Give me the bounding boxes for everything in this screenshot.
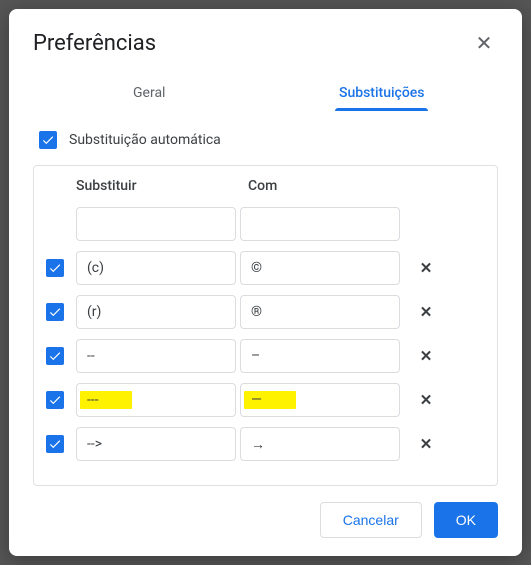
- cancel-button[interactable]: Cancelar: [320, 502, 422, 538]
- delete-row-icon[interactable]: ✕: [412, 303, 440, 321]
- replace-input[interactable]: [76, 383, 236, 417]
- delete-row-icon[interactable]: ✕: [412, 259, 440, 277]
- auto-substitution-checkbox[interactable]: [39, 131, 57, 149]
- check-icon: [48, 393, 62, 407]
- check-icon: [41, 133, 55, 147]
- replace-input-wrap: [76, 251, 236, 285]
- table-row: [46, 202, 491, 246]
- row-checkbox[interactable]: [46, 347, 64, 365]
- tab-general[interactable]: Geral: [33, 73, 266, 111]
- with-input[interactable]: [240, 383, 400, 417]
- check-icon: [48, 261, 62, 275]
- tab-substitutions-label: Substituições: [339, 85, 425, 101]
- substitutions-table[interactable]: Substituir Com ✕ ✕ ✕ ✕ ✕: [33, 165, 498, 486]
- ok-button[interactable]: OK: [434, 502, 498, 538]
- table-row: ✕: [46, 378, 491, 422]
- with-input-wrap: [240, 295, 400, 329]
- row-checkbox-slot: [46, 347, 72, 365]
- row-checkbox[interactable]: [46, 259, 64, 277]
- dialog-footer: Cancelar OK: [9, 486, 522, 556]
- table-header: Substituir Com: [46, 174, 491, 202]
- replace-input-wrap: [76, 427, 236, 461]
- check-icon: [48, 305, 62, 319]
- row-checkbox-slot: [46, 259, 72, 277]
- with-input[interactable]: [240, 295, 400, 329]
- row-checkbox[interactable]: [46, 391, 64, 409]
- tab-bar: Geral Substituições: [9, 73, 522, 111]
- check-icon: [48, 437, 62, 451]
- replace-input-wrap: [76, 295, 236, 329]
- preferences-dialog: Preferências ✕ Geral Substituições Subst…: [9, 9, 522, 556]
- delete-row-icon[interactable]: ✕: [412, 391, 440, 409]
- replace-input[interactable]: [76, 295, 236, 329]
- with-input[interactable]: [240, 427, 400, 461]
- table-row: ✕: [46, 246, 491, 290]
- auto-substitution-label: Substituição automática: [69, 132, 221, 148]
- delete-row-icon[interactable]: ✕: [412, 435, 440, 453]
- with-input-wrap: [240, 383, 400, 417]
- with-input[interactable]: [240, 251, 400, 285]
- with-input-wrap: [240, 339, 400, 373]
- row-checkbox[interactable]: [46, 435, 64, 453]
- table-row: ✕: [46, 422, 491, 466]
- auto-substitution-row: Substituição automática: [33, 123, 498, 165]
- close-icon[interactable]: ✕: [470, 29, 498, 57]
- with-input[interactable]: [240, 339, 400, 373]
- replace-input[interactable]: [76, 427, 236, 461]
- table-row: ✕: [46, 334, 491, 378]
- dialog-header: Preferências ✕: [9, 9, 522, 65]
- replace-input-wrap: [76, 383, 236, 417]
- replace-input[interactable]: [76, 251, 236, 285]
- tab-general-label: Geral: [133, 85, 165, 101]
- replace-input[interactable]: [76, 207, 236, 241]
- check-icon: [48, 349, 62, 363]
- replace-input-wrap: [76, 207, 236, 241]
- row-checkbox-slot: [46, 303, 72, 321]
- column-with: Com: [248, 178, 416, 194]
- replace-input-wrap: [76, 339, 236, 373]
- row-checkbox[interactable]: [46, 303, 64, 321]
- table-row: ✕: [46, 290, 491, 334]
- replace-input[interactable]: [76, 339, 236, 373]
- row-checkbox-slot: [46, 391, 72, 409]
- with-input-wrap: [240, 251, 400, 285]
- with-input[interactable]: [240, 207, 400, 241]
- dialog-content: Substituição automática Substituir Com ✕…: [9, 111, 522, 486]
- row-checkbox-slot: [46, 435, 72, 453]
- with-input-wrap: [240, 427, 400, 461]
- delete-row-icon[interactable]: ✕: [412, 347, 440, 365]
- tab-substitutions[interactable]: Substituições: [266, 73, 499, 111]
- column-replace: Substituir: [76, 178, 244, 194]
- dialog-title: Preferências: [33, 31, 156, 56]
- with-input-wrap: [240, 207, 400, 241]
